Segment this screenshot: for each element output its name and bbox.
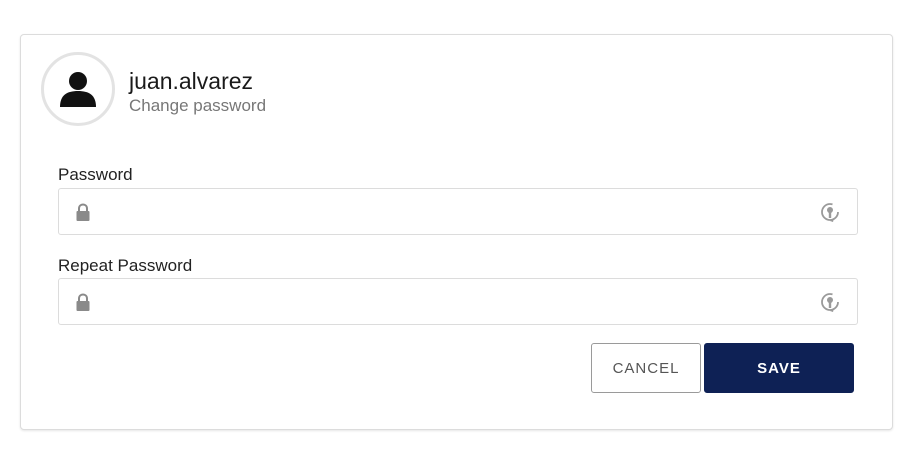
username: juan.alvarez: [129, 68, 254, 94]
password-field-container: [58, 188, 858, 236]
repeat-password-label: Repeat Password: [58, 256, 193, 275]
save-button[interactable]: SAVE: [704, 343, 854, 393]
repeat-password-input[interactable]: [105, 279, 809, 326]
page-subtitle: Change password: [129, 96, 267, 115]
password-input[interactable]: [105, 189, 809, 236]
lock-icon: [76, 293, 90, 311]
repeat-password-field-container: [58, 278, 858, 326]
change-password-card: juan.alvarez Change password Password Re…: [20, 34, 893, 430]
password-label: Password: [58, 165, 133, 184]
user-icon: [60, 72, 96, 107]
reveal-password-icon[interactable]: [819, 291, 841, 313]
cancel-button[interactable]: CANCEL: [591, 343, 701, 393]
reveal-password-icon[interactable]: [819, 201, 841, 223]
lock-icon: [76, 203, 90, 221]
avatar: [41, 52, 115, 126]
